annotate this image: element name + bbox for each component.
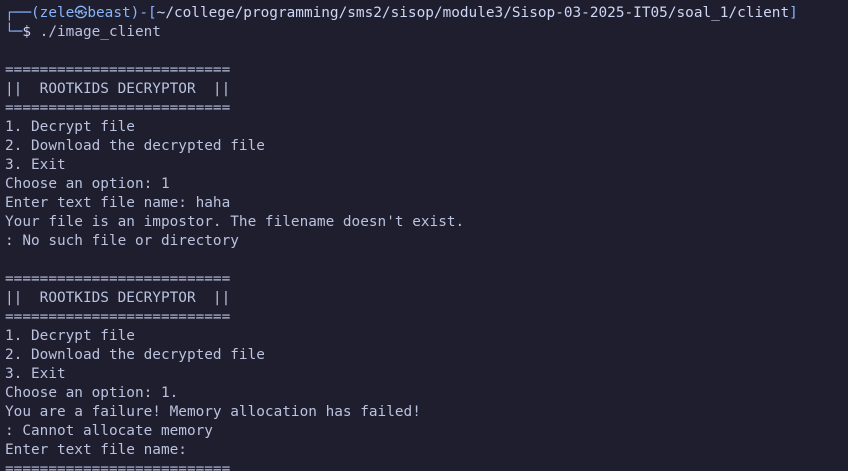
menu-option: 3. Exit — [5, 366, 66, 382]
prompt-path: ~/college/programming/sms2/sisop/module3… — [156, 5, 790, 21]
prompt-box-bottom: └─ — [5, 24, 23, 40]
prompt-close: ] — [789, 5, 798, 21]
filename-prompt[interactable]: Enter text file name: — [5, 441, 848, 460]
command-text: ./image_client — [31, 24, 161, 40]
menu-option: 1. Decrypt file — [5, 328, 135, 344]
prompt-mid: )-[ — [130, 5, 157, 21]
banner-border: ========================== — [5, 271, 231, 287]
banner-border: ========================== — [5, 62, 231, 78]
banner-title: || ROOTKIDS DECRYPTOR || — [5, 81, 231, 97]
prompt-dollar: $ — [22, 24, 31, 40]
banner-title: || ROOTKIDS DECRYPTOR || — [5, 290, 231, 306]
filename-prompt: Enter text file name: haha — [5, 195, 231, 211]
menu-option: 2. Download the decrypted file — [5, 138, 265, 154]
banner-border: ========================== — [5, 100, 231, 116]
terminal-output: ========================== || ROOTKIDS D… — [5, 42, 848, 471]
prompt-line-command: └─$ ./image_client — [5, 23, 848, 42]
error-detail: : Cannot allocate memory — [5, 423, 213, 439]
error-message: Your file is an impostor. The filename d… — [5, 214, 465, 230]
prompt-box-top: ┌──( — [5, 5, 40, 21]
prompt-separator-icon: ㉿ — [74, 6, 88, 21]
choice-prompt: Choose an option: 1 — [5, 176, 170, 192]
prompt-host: beast — [87, 5, 131, 21]
error-message: You are a failure! Memory allocation has… — [5, 404, 421, 420]
menu-option: 3. Exit — [5, 157, 66, 173]
banner-border: ========================== — [5, 309, 231, 325]
choice-prompt: Choose an option: 1. — [5, 385, 179, 401]
terminal-window[interactable]: ┌──(zele㉿beast)-[~/college/programming/s… — [0, 0, 848, 471]
menu-option: 1. Decrypt file — [5, 119, 135, 135]
error-detail: : No such file or directory — [5, 233, 239, 249]
banner-border: ========================== — [5, 461, 231, 471]
menu-option: 2. Download the decrypted file — [5, 347, 265, 363]
prompt-user: zele — [39, 5, 75, 21]
prompt-line-top: ┌──(zele㉿beast)-[~/college/programming/s… — [5, 4, 848, 23]
